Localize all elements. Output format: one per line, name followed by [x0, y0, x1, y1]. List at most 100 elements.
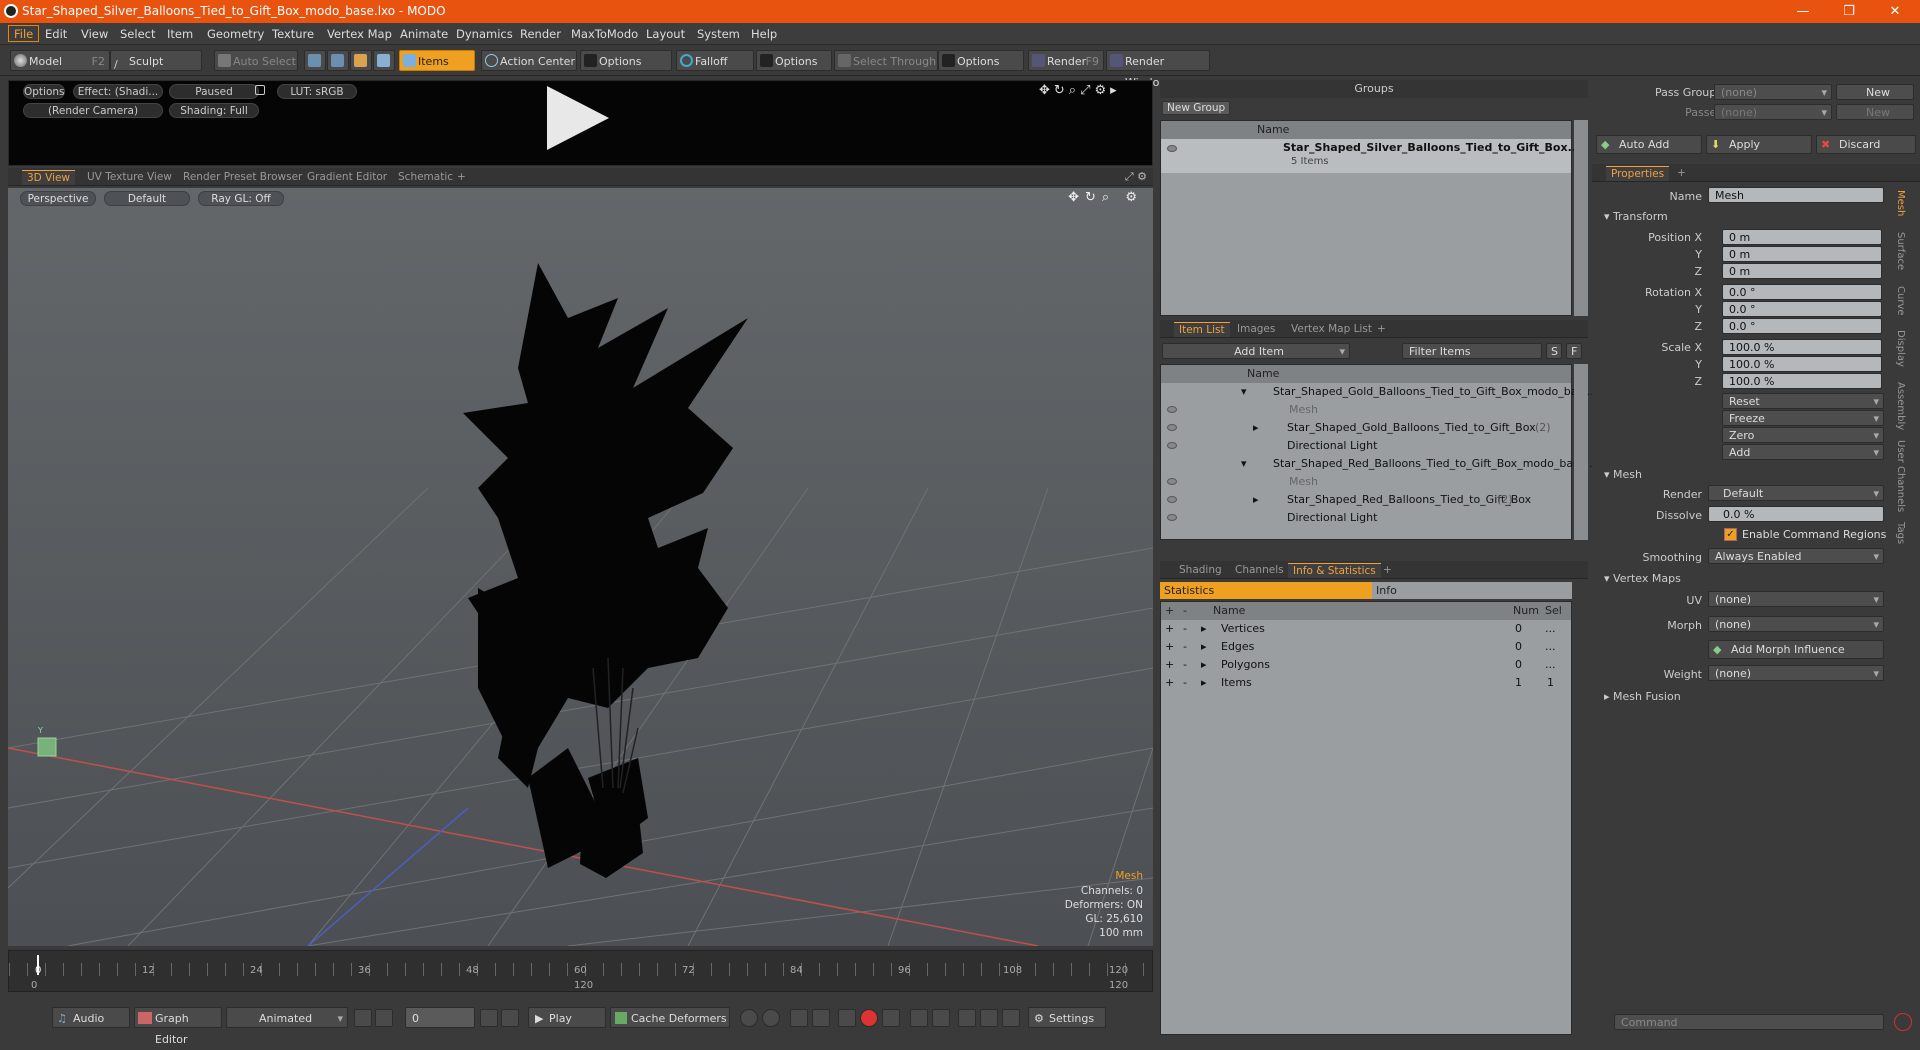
frame-input[interactable]: 0: [405, 1007, 475, 1028]
filter-f-button[interactable]: F: [1566, 343, 1582, 359]
prev-key-icon[interactable]: [790, 1009, 808, 1027]
add-morph-influence-button[interactable]: ◆ Add Morph Influence: [1708, 640, 1884, 659]
paused-button[interactable]: Paused: [169, 84, 259, 99]
filter-items-input[interactable]: Filter Items: [1402, 343, 1542, 359]
table-row[interactable]: + - ▸ Edges 0 ...: [1161, 638, 1571, 656]
raygl-dropdown[interactable]: Ray GL: Off: [198, 191, 284, 206]
list-item[interactable]: ▾ Star_Shaped_Gold_Balloons_Tied_to_Gift…: [1161, 383, 1597, 401]
smoothing-dropdown[interactable]: Always Enabled: [1708, 548, 1884, 564]
lut-dropdown[interactable]: LUT: sRGB: [277, 84, 357, 99]
loop-end-icon[interactable]: [932, 1009, 950, 1027]
rotation-y-field[interactable]: 0.0 °: [1722, 301, 1882, 317]
item-name-field[interactable]: Mesh: [1708, 187, 1884, 203]
timeline[interactable]: 0 12 24 36 48 60 72 84 96 108 120 0 120 …: [8, 950, 1153, 992]
tab-vertex-map-list[interactable]: Vertex Map List: [1286, 322, 1377, 337]
table-row[interactable]: + - ▸ Polygons 0 ...: [1161, 656, 1571, 674]
vtab-user-channels[interactable]: User Channels: [1895, 440, 1906, 512]
auto-key-icon[interactable]: [762, 1009, 780, 1027]
statistics-tab[interactable]: Statistics: [1160, 582, 1372, 599]
settings-button[interactable]: ⚙ Settings: [1028, 1007, 1106, 1028]
auto-add-button[interactable]: ◆ Auto Add: [1596, 135, 1702, 154]
perspective-dropdown[interactable]: Perspective: [20, 191, 96, 206]
polygons-mode-button[interactable]: [350, 50, 372, 71]
list-item[interactable]: Mesh: [1161, 401, 1571, 419]
position-z-field[interactable]: 0 m: [1722, 263, 1882, 279]
filter-s-button[interactable]: S: [1546, 343, 1562, 359]
list-item[interactable]: Directional Light: [1161, 437, 1571, 455]
vtab-surface[interactable]: Surface: [1895, 232, 1906, 270]
record-key-icon[interactable]: [740, 1009, 758, 1027]
list-item[interactable]: Directional Light: [1161, 509, 1571, 527]
tab-gradient-editor[interactable]: Gradient Editor: [302, 170, 392, 185]
scale-x-field[interactable]: 100.0 %: [1722, 339, 1882, 355]
eye-icon[interactable]: [1167, 514, 1177, 521]
menu-help[interactable]: Help: [746, 26, 782, 43]
add-item-dropdown[interactable]: Add Item: [1162, 343, 1350, 359]
tab-item-list[interactable]: Item List: [1174, 322, 1230, 337]
tab-channels[interactable]: Channels: [1230, 563, 1289, 578]
menu-render[interactable]: Render: [515, 26, 566, 43]
vtab-curve[interactable]: Curve: [1895, 286, 1906, 316]
render-dropdown[interactable]: Default: [1708, 485, 1884, 501]
play-button[interactable]: ▶ Play: [528, 1007, 606, 1028]
list-item[interactable]: ▸ Star_Shaped_Gold_Balloons_Tied_to_Gift…: [1161, 419, 1571, 437]
menu-edit[interactable]: Edit: [40, 26, 72, 43]
vtab-tags[interactable]: Tags: [1895, 522, 1906, 544]
set-key-icon[interactable]: [838, 1009, 856, 1027]
record-icon[interactable]: [860, 1009, 878, 1027]
play-icon[interactable]: [547, 86, 609, 150]
expand-icon[interactable]: ▾: [1241, 455, 1247, 473]
enable-command-regions-checkbox[interactable]: ✓: [1724, 528, 1737, 541]
mesh-fusion-section[interactable]: ▸ Mesh Fusion: [1604, 690, 1681, 703]
expand-icon[interactable]: ▸: [1201, 656, 1207, 674]
table-row[interactable]: + - ▸ Vertices 0 ...: [1161, 620, 1571, 638]
tab-images[interactable]: Images: [1232, 322, 1280, 337]
groups-scrollbar[interactable]: [1574, 120, 1588, 316]
menu-item[interactable]: Item: [162, 26, 198, 43]
menu-view[interactable]: View: [76, 26, 113, 43]
first-frame-icon[interactable]: [354, 1009, 372, 1027]
command-input[interactable]: Command: [1614, 1014, 1884, 1030]
tab-render-preset-browser[interactable]: Render Preset Browser: [178, 170, 307, 185]
morph-dropdown[interactable]: (none): [1708, 616, 1884, 632]
command-history-icon[interactable]: [1894, 1013, 1912, 1031]
key-clear-icon[interactable]: [1002, 1009, 1020, 1027]
minimize-button[interactable]: —: [1780, 0, 1826, 23]
falloff-options-button[interactable]: Options: [756, 50, 832, 71]
list-item[interactable]: Mesh: [1161, 473, 1571, 491]
menu-system[interactable]: System: [692, 26, 745, 43]
expand-icon[interactable]: ▸: [1201, 620, 1207, 638]
menu-select[interactable]: Select: [115, 26, 160, 43]
eye-icon[interactable]: [1167, 478, 1177, 485]
maximize-button[interactable]: ❐: [1826, 0, 1872, 23]
position-y-field[interactable]: 0 m: [1722, 246, 1882, 262]
menu-file[interactable]: File: [8, 25, 40, 42]
eye-icon[interactable]: [1167, 145, 1177, 152]
auto-select-button[interactable]: Auto Select: [214, 50, 298, 71]
scale-y-field[interactable]: 100.0 %: [1722, 356, 1882, 372]
rotation-z-field[interactable]: 0.0 °: [1722, 318, 1882, 334]
close-button[interactable]: ✕: [1872, 0, 1918, 23]
reset-dropdown[interactable]: Reset: [1722, 393, 1884, 409]
pass-groups-dropdown[interactable]: (none): [1714, 84, 1832, 100]
key-filter-icon[interactable]: [980, 1009, 998, 1027]
tab-shading[interactable]: Shading: [1174, 563, 1227, 578]
vtab-assembly[interactable]: Assembly: [1895, 382, 1906, 430]
viewport-nav-icons[interactable]: ✥↻⌕ ⚙: [1068, 190, 1143, 205]
shading-dropdown[interactable]: Shading: Full: [169, 103, 259, 118]
vtab-display[interactable]: Display: [1895, 330, 1906, 367]
freeze-dropdown[interactable]: Freeze: [1722, 410, 1884, 426]
menu-vertex-map[interactable]: Vertex Map: [322, 26, 397, 43]
tab-3d-view[interactable]: 3D View: [22, 170, 76, 185]
menu-geometry[interactable]: Geometry: [202, 26, 269, 43]
expand-icon[interactable]: ▸: [1253, 491, 1259, 509]
list-item[interactable]: ▸ Star_Shaped_Red_Balloons_Tied_to_Gift_…: [1161, 491, 1571, 509]
new-pass-group-button[interactable]: New: [1836, 84, 1914, 100]
eye-icon[interactable]: [1167, 406, 1177, 413]
eye-icon[interactable]: [1167, 424, 1177, 431]
group-row[interactable]: Star_Shaped_Silver_Balloons_Tied_to_Gift…: [1161, 139, 1580, 173]
expand-icon[interactable]: ▸: [1253, 419, 1259, 437]
graph-editor-button[interactable]: Graph Editor: [134, 1007, 222, 1046]
tab-add-info[interactable]: +: [1378, 563, 1397, 578]
camera-dropdown[interactable]: (Render Camera): [23, 103, 163, 118]
